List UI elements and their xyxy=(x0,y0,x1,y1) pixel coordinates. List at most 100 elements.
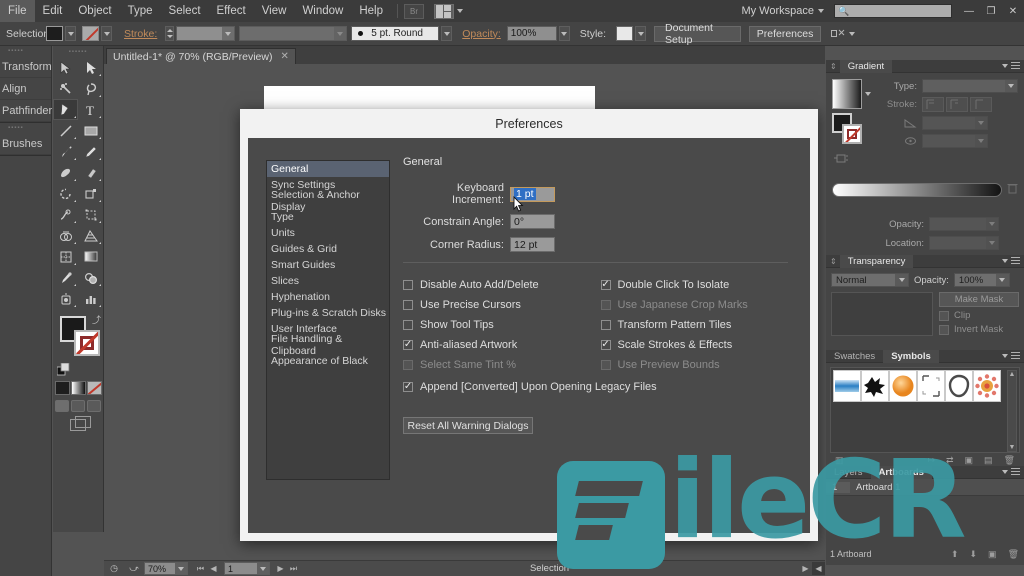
checkbox-box[interactable] xyxy=(403,382,413,392)
checkbox-anti-aliased-artwork[interactable]: Anti-aliased Artwork xyxy=(403,335,601,355)
line-segment-tool[interactable] xyxy=(53,120,78,141)
stroke-across-icon[interactable] xyxy=(970,97,992,112)
blob-brush-tool[interactable] xyxy=(53,162,78,183)
gradient-preset-chevron-icon[interactable] xyxy=(865,92,871,96)
menu-type[interactable]: Type xyxy=(120,0,161,22)
document-setup-button[interactable]: Document Setup xyxy=(654,22,742,46)
none-button[interactable] xyxy=(86,381,102,395)
menu-edit[interactable]: Edit xyxy=(35,0,71,22)
category-slices[interactable]: Slices xyxy=(267,273,389,289)
stroke-within-icon[interactable] xyxy=(922,97,944,112)
new-artboard-icon[interactable]: ▣ xyxy=(988,549,997,560)
artboards-panel-tab[interactable]: Artboards xyxy=(870,465,932,479)
panel-grip-icon[interactable]: ⇕ xyxy=(826,62,840,71)
artboard-name[interactable]: Artboard 1 xyxy=(850,482,906,493)
symbol-corner-bracket[interactable] xyxy=(917,370,945,402)
first-artboard-button[interactable]: ⏮ xyxy=(194,562,207,575)
paintbrush-tool[interactable] xyxy=(53,141,78,162)
checkbox-box[interactable] xyxy=(600,320,611,330)
stroke-weight-field[interactable] xyxy=(176,26,236,41)
menu-effect[interactable]: Effect xyxy=(209,0,254,22)
reset-all-warning-dialogs-button[interactable]: Reset All Warning Dialogs xyxy=(403,417,533,434)
checkbox-double-click-to-isolate[interactable]: Double Click To Isolate xyxy=(600,275,799,295)
delete-symbol-icon[interactable]: 🗑 xyxy=(1004,455,1015,466)
swatches-panel-tab[interactable]: Swatches xyxy=(826,350,883,363)
checkbox-use-preview-bounds[interactable]: Use Preview Bounds xyxy=(600,355,799,375)
color-button[interactable] xyxy=(54,381,70,395)
eyedropper-tool[interactable] xyxy=(53,267,78,288)
symbols-panel-menu[interactable] xyxy=(1002,352,1024,360)
make-mask-button[interactable]: Make Mask xyxy=(939,292,1019,307)
gradient-preview-swatch[interactable] xyxy=(832,79,862,109)
move-down-icon[interactable]: ⬇ xyxy=(970,549,978,560)
panel-align[interactable]: Align xyxy=(0,78,51,100)
mesh-tool[interactable] xyxy=(53,246,78,267)
checkbox-box[interactable] xyxy=(403,340,413,350)
break-link-icon[interactable]: ⇄ xyxy=(946,455,954,466)
gradient-stroke-type-buttons[interactable] xyxy=(922,97,992,112)
reverse-gradient-icon[interactable] xyxy=(832,152,876,168)
layers-panel-header[interactable]: Layers Artboards xyxy=(826,465,1024,479)
stroke-weight-stepper[interactable] xyxy=(165,26,175,41)
minimize-button[interactable]: — xyxy=(958,1,980,21)
selection-tool[interactable] xyxy=(53,57,78,78)
delete-artboard-icon[interactable]: 🗑 xyxy=(1008,549,1019,560)
close-button[interactable]: ✕ xyxy=(1002,1,1024,21)
keyboard-increment-input[interactable]: 1 pt xyxy=(510,186,555,202)
corner-radius-input[interactable]: 12 pt xyxy=(510,237,555,252)
category-guides-grid[interactable]: Guides & Grid xyxy=(267,241,389,257)
opacity-chevron-icon[interactable] xyxy=(558,26,570,41)
panel-grip-icon-2[interactable]: ▪▪▪▪▪ xyxy=(0,123,51,133)
checkbox-use-precise-cursors[interactable]: Use Precise Cursors xyxy=(403,295,601,315)
pencil-tool[interactable] xyxy=(78,141,103,162)
blend-mode-select[interactable]: Normal xyxy=(831,273,909,287)
panel-grip-icon[interactable]: ▪▪▪▪▪ xyxy=(0,46,51,56)
menu-view[interactable]: View xyxy=(254,0,295,22)
artboard-chevron-icon[interactable] xyxy=(257,563,269,574)
checkbox-append-converted[interactable]: Append [Converted] Upon Opening Legacy F… xyxy=(403,377,798,397)
gradient-panel-tab[interactable]: Gradient xyxy=(839,59,893,73)
clip-checkbox[interactable] xyxy=(939,310,949,321)
direct-selection-tool[interactable] xyxy=(78,57,103,78)
checkbox-use-japanese-crop-marks[interactable]: Use Japanese Crop Marks xyxy=(600,295,799,315)
stroke-along-icon[interactable] xyxy=(946,97,968,112)
fill-chevron-icon[interactable] xyxy=(65,26,76,41)
type-tool[interactable]: T xyxy=(78,99,103,120)
preferences-button[interactable]: Preferences xyxy=(749,25,822,42)
rectangle-tool[interactable] xyxy=(78,120,103,141)
transparency-panel-menu[interactable] xyxy=(1002,257,1024,265)
draw-normal-button[interactable] xyxy=(55,400,69,412)
style-chevron-icon[interactable] xyxy=(635,26,647,41)
preferences-category-list[interactable]: General Sync Settings Selection & Anchor… xyxy=(266,160,390,480)
draw-behind-button[interactable] xyxy=(71,400,85,412)
artboard-number-field[interactable]: 1 xyxy=(224,562,270,575)
last-artboard-button[interactable]: ⏭ xyxy=(287,562,300,575)
brush-definition-field[interactable]: 5 pt. Round xyxy=(351,26,440,41)
symbols-grid[interactable]: ▲ ▼ xyxy=(830,367,1020,453)
swap-fill-stroke-icon[interactable]: ⤴ xyxy=(92,313,101,326)
style-swatch[interactable] xyxy=(616,26,634,41)
layers-panel-menu[interactable] xyxy=(1002,468,1024,476)
scroll-up-icon[interactable]: ▲ xyxy=(1009,371,1016,378)
checkbox-disable-auto-add-delete[interactable]: Disable Auto Add/Delete xyxy=(403,275,601,295)
brush-chevron-icon[interactable] xyxy=(441,26,453,41)
horizontal-scroll-left-icon[interactable]: ◀ xyxy=(812,562,825,575)
gradient-opacity-field[interactable] xyxy=(929,217,999,231)
rotate-tool[interactable] xyxy=(53,183,78,204)
lasso-tool[interactable] xyxy=(78,78,103,99)
workspace-label[interactable]: My Workspace xyxy=(741,5,818,17)
stroke-profile-field[interactable] xyxy=(239,26,348,41)
transparency-thumbnails[interactable] xyxy=(831,292,933,336)
symbol-flower[interactable] xyxy=(973,370,1001,402)
restore-button[interactable]: ❐ xyxy=(980,1,1002,21)
pen-tool[interactable] xyxy=(53,99,78,120)
panel-grip-icon[interactable]: ⇕ xyxy=(826,257,840,266)
stroke-chevron-icon[interactable] xyxy=(101,26,112,41)
category-general[interactable]: General xyxy=(267,161,389,177)
transparency-panel-tab[interactable]: Transparency xyxy=(839,254,914,268)
eraser-tool[interactable] xyxy=(78,162,103,183)
bridge-icon[interactable]: Br xyxy=(404,3,424,19)
document-tab-close-icon[interactable]: ✕ xyxy=(280,51,288,62)
previous-artboard-button[interactable]: ◀ xyxy=(207,562,220,575)
menu-object[interactable]: Object xyxy=(70,0,119,22)
